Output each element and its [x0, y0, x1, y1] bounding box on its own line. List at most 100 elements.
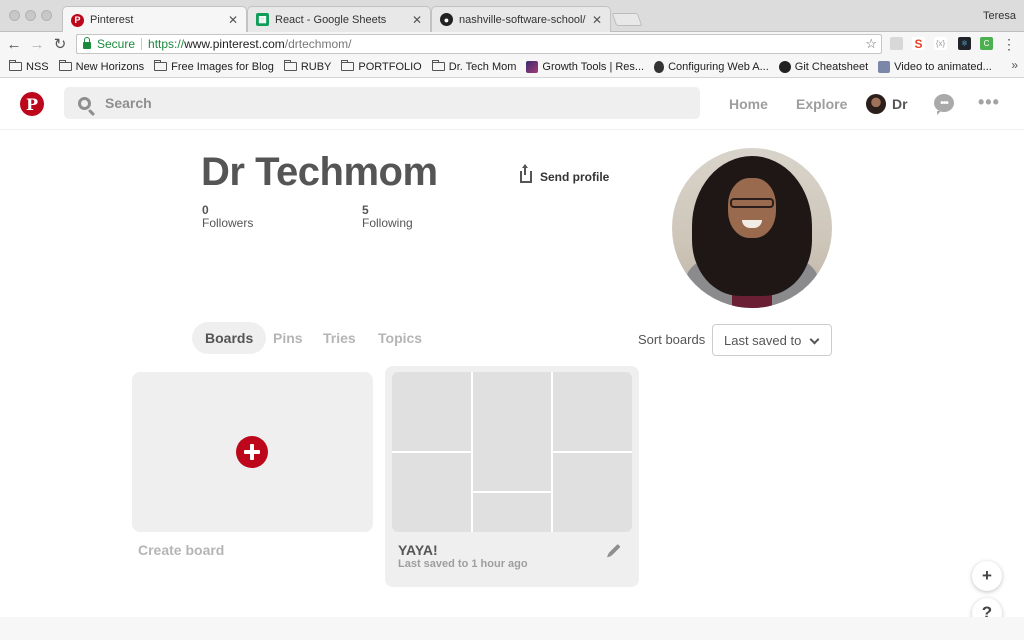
growth-tools-icon	[526, 60, 539, 73]
tab-title: nashville-software-school/gro	[459, 13, 586, 26]
bookmark-dr-tech-mom[interactable]: Dr. Tech Mom	[431, 60, 517, 73]
messages-icon[interactable]: •••	[934, 94, 954, 115]
nav-explore-link[interactable]: Explore	[796, 96, 847, 112]
tab-tries[interactable]: Tries	[310, 322, 369, 354]
user-profile-link[interactable]: Dr	[892, 96, 908, 112]
bookmark-label: Free Images for Blog	[171, 60, 274, 73]
add-icon	[236, 436, 268, 468]
new-tab-button[interactable]	[611, 13, 643, 26]
bookmark-star-icon[interactable]: ☆	[865, 36, 877, 52]
minimize-window-button[interactable]	[25, 10, 36, 21]
tab-pins[interactable]: Pins	[260, 322, 316, 354]
github-icon	[778, 60, 791, 73]
send-profile-label: Send profile	[540, 170, 610, 184]
followers-count[interactable]: 0	[202, 203, 209, 217]
bookmarks-bar: NSS New Horizons Free Images for Blog RU…	[0, 56, 1024, 78]
bookmark-git-cheatsheet[interactable]: Git Cheatsheet	[778, 60, 868, 73]
s-extension-icon[interactable]: S	[912, 37, 925, 51]
url-host: www.pinterest.com	[184, 37, 285, 51]
tab-title: Pinterest	[90, 14, 134, 26]
folder-icon	[431, 60, 445, 71]
bookmark-configuring-web[interactable]: Configuring Web A...	[654, 60, 769, 73]
bookmark-new-horizons[interactable]: New Horizons	[58, 60, 145, 73]
sheets-favicon-icon: ▦	[256, 13, 269, 26]
tab-title: React - Google Sheets	[275, 13, 387, 26]
search-icon	[78, 96, 91, 110]
bookmark-label: Dr. Tech Mom	[448, 60, 517, 73]
folder-icon	[283, 60, 297, 71]
apple-icon	[654, 60, 665, 73]
github-favicon-icon: ●	[440, 13, 453, 26]
back-arrow-icon[interactable]: ←	[5, 35, 23, 53]
following-label[interactable]: Following	[362, 216, 413, 230]
nav-home-link[interactable]: Home	[729, 96, 768, 112]
sort-boards-select[interactable]: Last saved to	[712, 324, 832, 356]
search-placeholder: Search	[105, 95, 152, 111]
browser-tab-pinterest[interactable]: P Pinterest ✕	[62, 6, 247, 33]
bookmark-growth-tools[interactable]: Growth Tools | Res...	[526, 60, 645, 73]
sort-selected-value: Last saved to	[724, 332, 802, 348]
cors-extension-icon[interactable]: C	[980, 37, 993, 50]
bookmark-label: New Horizons	[75, 60, 145, 73]
close-window-button[interactable]	[9, 10, 20, 21]
video-icon	[878, 60, 891, 73]
bookmark-video-to-animated[interactable]: Video to animated...	[878, 60, 992, 73]
chevron-down-icon	[809, 334, 820, 345]
board-cover-mosaic	[392, 372, 632, 532]
cloud-extension-icon[interactable]	[890, 37, 903, 50]
bookmark-portfolio[interactable]: PORTFOLIO	[341, 60, 422, 73]
bookmarks-overflow-icon[interactable]: »	[1011, 58, 1018, 72]
pinterest-logo-icon[interactable]: P	[20, 92, 44, 116]
board-title[interactable]: YAYA!	[398, 542, 438, 558]
bookmark-label: Video to animated...	[894, 60, 992, 73]
bookmark-label: PORTFOLIO	[358, 60, 422, 73]
url-scheme: https://	[148, 37, 185, 51]
bookmark-label: Growth Tools | Res...	[542, 60, 645, 73]
create-board-label[interactable]: Create board	[138, 542, 224, 558]
more-options-icon[interactable]: •••	[978, 92, 1000, 113]
share-icon	[520, 164, 532, 183]
zoom-window-button[interactable]	[41, 10, 52, 21]
tab-boards[interactable]: Boards	[192, 322, 267, 354]
browser-tab-strip: P Pinterest ✕ ▦ React - Google Sheets ✕ …	[0, 0, 1024, 33]
board-last-saved: Last saved to 1 hour ago	[398, 558, 528, 570]
close-tab-icon[interactable]: ✕	[228, 13, 238, 27]
browser-tab-sheets[interactable]: ▦ React - Google Sheets ✕	[247, 6, 431, 32]
profile-name: Dr Techmom	[201, 150, 438, 194]
browser-tab-github[interactable]: ● nashville-software-school/gro ✕	[431, 6, 611, 32]
address-bar[interactable]: Secure https:// www.pinterest.com /drtec…	[76, 34, 882, 54]
forward-arrow-icon[interactable]: →	[28, 35, 46, 53]
bookmark-ruby[interactable]: RUBY	[283, 60, 331, 73]
json-extension-icon[interactable]: {x}	[934, 37, 947, 50]
bookmark-nss[interactable]: NSS	[9, 60, 49, 73]
bookmark-label: Configuring Web A...	[668, 60, 769, 73]
secure-label: Secure	[97, 37, 136, 51]
react-devtools-icon[interactable]: ⚛	[958, 37, 971, 50]
url-path: /drtechmom/	[284, 37, 352, 51]
close-tab-icon[interactable]: ✕	[592, 13, 602, 27]
folder-icon	[58, 60, 72, 71]
reload-icon[interactable]: ↻	[51, 35, 69, 53]
footer-strip	[0, 617, 1024, 640]
close-tab-icon[interactable]: ✕	[412, 13, 422, 27]
browser-toolbar: ← → ↻ Secure https:// www.pinterest.com …	[0, 32, 1024, 56]
pinterest-favicon-icon: P	[71, 13, 84, 27]
folder-icon	[9, 60, 22, 71]
create-board-tile[interactable]	[132, 372, 373, 532]
bookmark-label: NSS	[26, 60, 49, 73]
add-pin-button[interactable]: +	[972, 561, 1002, 591]
folder-icon	[341, 60, 355, 71]
profile-photo[interactable]	[672, 148, 832, 308]
sort-boards-label: Sort boards	[638, 332, 706, 347]
user-avatar[interactable]	[866, 94, 886, 114]
lock-icon	[83, 36, 91, 49]
followers-label[interactable]: Followers	[202, 216, 253, 230]
following-count[interactable]: 5	[362, 203, 369, 217]
browser-menu-icon[interactable]: ⋮	[1000, 35, 1018, 53]
folder-icon	[154, 60, 168, 71]
bookmark-free-images[interactable]: Free Images for Blog	[154, 60, 274, 73]
search-input[interactable]: Search	[64, 87, 700, 119]
send-profile-button[interactable]: Send profile	[520, 164, 610, 184]
tab-topics[interactable]: Topics	[365, 322, 435, 354]
browser-profile-name[interactable]: Teresa	[983, 10, 1016, 22]
